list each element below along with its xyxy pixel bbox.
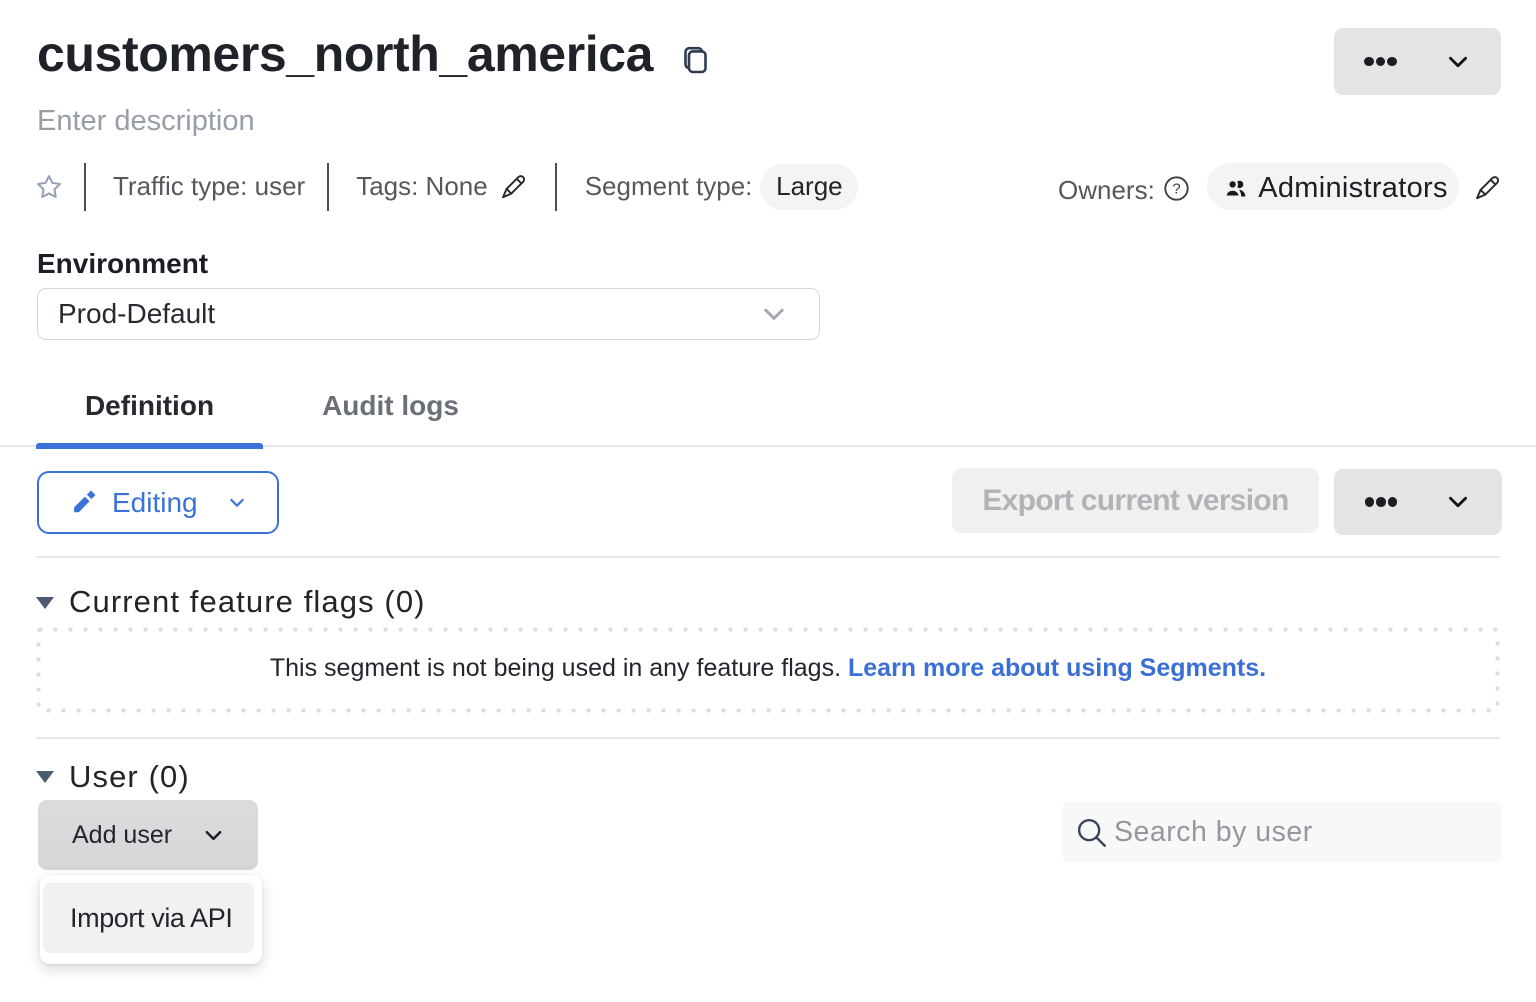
svg-text:?: ? (1172, 180, 1180, 197)
